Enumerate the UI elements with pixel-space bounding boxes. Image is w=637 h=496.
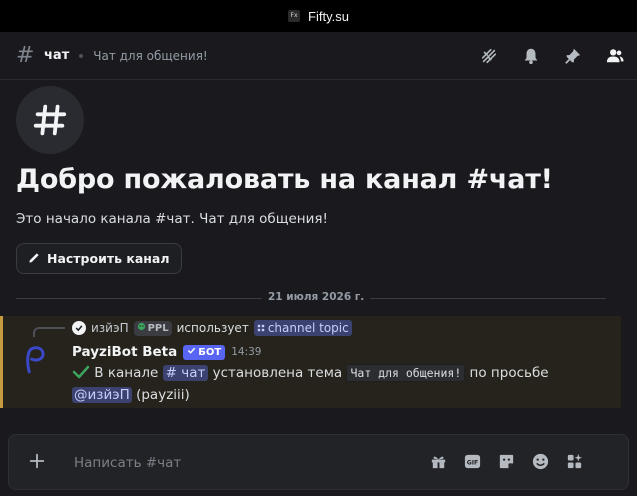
bell-icon[interactable]	[521, 46, 541, 66]
edit-channel-label: Настроить канал	[47, 251, 170, 266]
header-separator	[79, 53, 84, 58]
reply-spine	[33, 327, 65, 337]
channel-mention[interactable]: # чат	[162, 365, 209, 381]
gift-icon[interactable]	[428, 451, 448, 471]
channel-topic[interactable]: Чат для общения!	[93, 49, 208, 63]
header-toolbar	[479, 46, 625, 66]
message-text-suffix: по просьбе	[469, 365, 549, 381]
apps-icon[interactable]	[564, 451, 584, 471]
edit-channel-button[interactable]: Настроить канал	[16, 243, 182, 274]
message-username: (payziii)	[136, 387, 190, 403]
sticker-icon[interactable]	[496, 451, 516, 471]
user-tag-badge: PPL	[133, 320, 172, 336]
message-text-prefix: В канале	[94, 365, 159, 381]
message-reply-context[interactable]: изйэП PPL использует channel topic	[72, 320, 352, 336]
emoji-icon[interactable]	[530, 451, 550, 471]
slash-command-chip[interactable]: channel topic	[253, 320, 352, 336]
message-text-middle: установлена тема	[212, 365, 343, 381]
verified-check-icon	[187, 346, 196, 358]
bot-badge: БОТ	[183, 344, 226, 360]
gif-icon[interactable]: GIF	[462, 451, 482, 471]
bot-badge-label: БОТ	[198, 346, 222, 358]
message-author[interactable]: PayziBot Beta	[72, 344, 177, 360]
plus-icon	[29, 453, 45, 469]
threads-icon[interactable]	[479, 46, 499, 66]
user-mention[interactable]: @изйэП	[72, 387, 132, 403]
welcome-subtitle: Это начало канала #чат. Чат для общения!	[16, 211, 328, 227]
command-icon	[257, 321, 265, 335]
bot-avatar[interactable]	[16, 340, 56, 380]
tag-emoji-icon	[137, 322, 146, 334]
topic-inline-code: Чат для общения!	[346, 364, 466, 382]
window-titlebar: Fx Fifty.su	[0, 0, 637, 32]
tag-label: PPL	[147, 322, 169, 334]
message-header: PayziBot Beta БОТ 14:39	[72, 343, 261, 361]
welcome-title: Добро пожаловать на канал #чат!	[16, 164, 553, 195]
message-input[interactable]	[72, 452, 406, 474]
slash-command-name: channel topic	[267, 321, 349, 335]
add-attachment-button[interactable]	[26, 450, 48, 472]
reply-username[interactable]: изйэП	[91, 321, 129, 335]
window-title: Fifty.su	[308, 8, 349, 24]
check-mark-icon	[72, 364, 90, 380]
pin-icon[interactable]	[563, 46, 583, 66]
pencil-icon	[28, 251, 41, 267]
reply-action-text: использует	[176, 321, 249, 335]
message-timestamp[interactable]: 14:39	[231, 346, 261, 358]
channel-header: # чат Чат для общения!	[0, 32, 637, 80]
reply-avatar[interactable]	[72, 321, 86, 335]
message-content: В канале # чат установлена тема Чат для …	[72, 362, 612, 406]
composer-toolbar: GIF	[428, 451, 584, 471]
site-favicon: Fx	[288, 10, 301, 22]
channel-welcome-hash-icon	[16, 86, 84, 154]
svg-text:GIF: GIF	[466, 459, 478, 466]
channel-hash-icon: #	[16, 43, 35, 68]
channel-name: чат	[44, 48, 70, 63]
members-icon[interactable]	[605, 46, 625, 66]
date-divider-label: 21 июля 2026 г.	[262, 291, 371, 303]
